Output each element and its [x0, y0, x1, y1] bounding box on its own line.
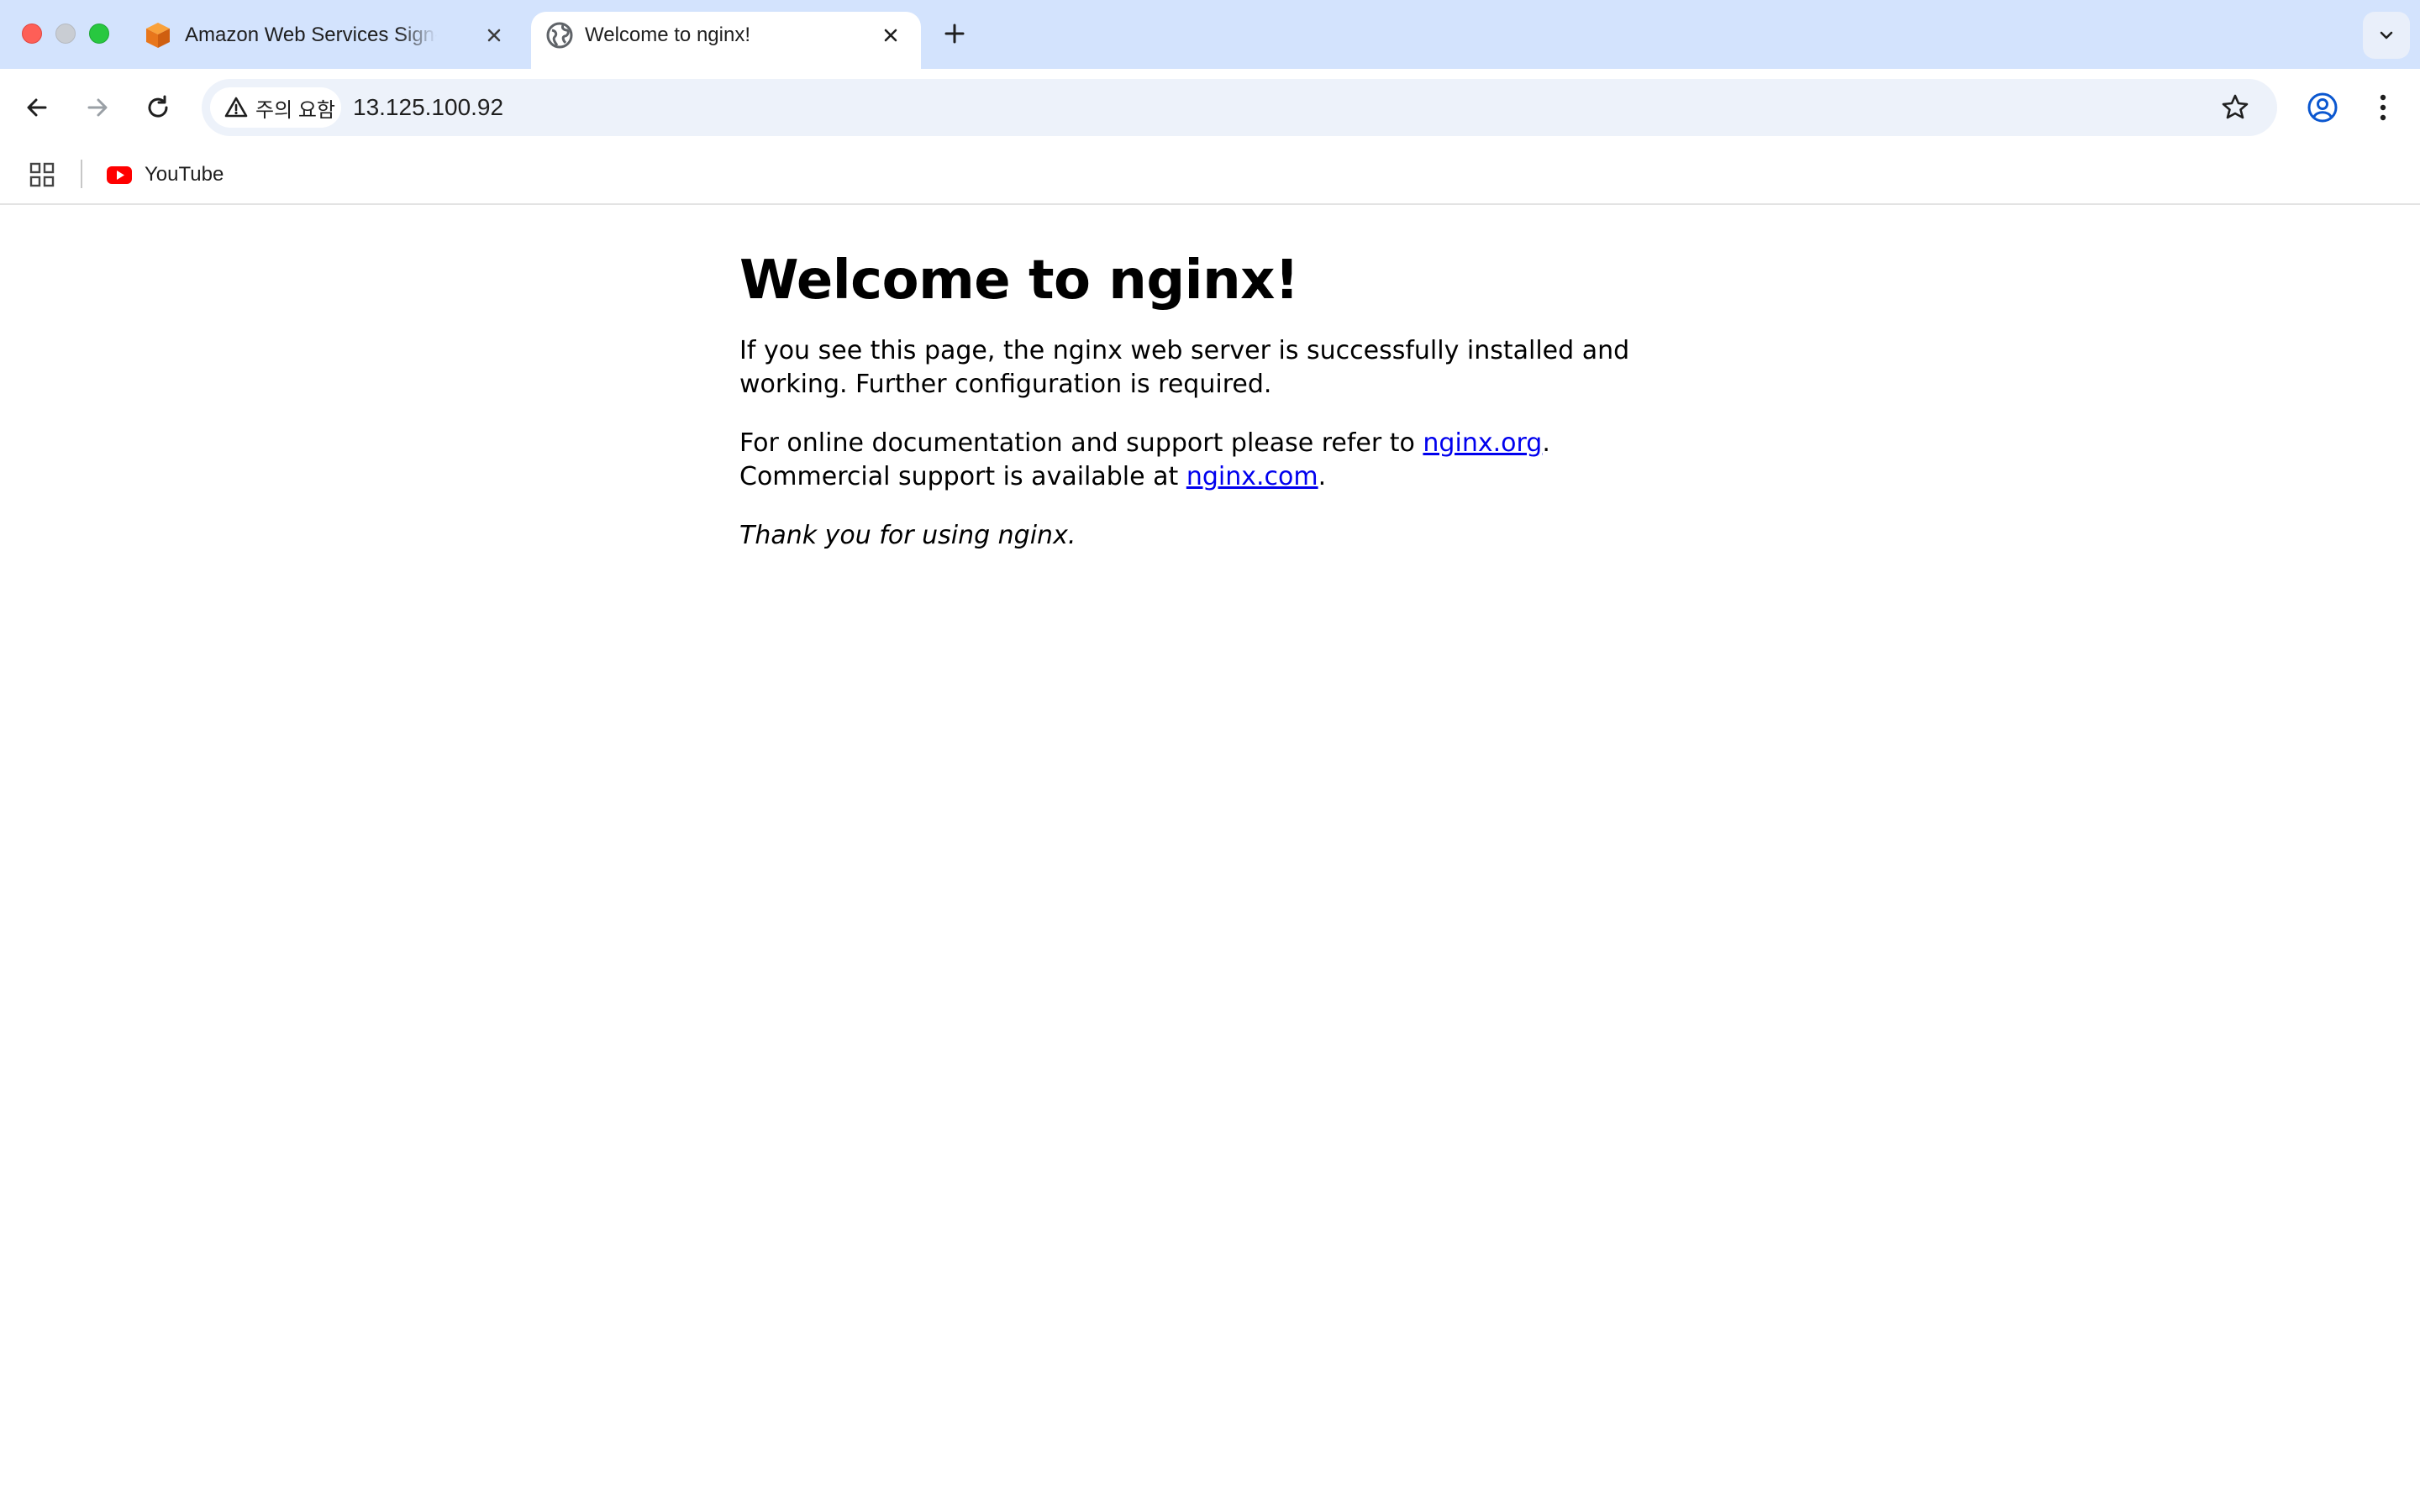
- youtube-icon: [107, 166, 132, 184]
- url-text[interactable]: 13.125.100.92: [353, 92, 503, 123]
- bookmark-youtube[interactable]: YouTube: [106, 156, 224, 193]
- more-menu-icon[interactable]: [2366, 89, 2400, 126]
- tab-aws-sign-in[interactable]: Amazon Web Services Sign-In: [134, 12, 523, 69]
- close-tab-icon[interactable]: [879, 24, 902, 47]
- bookmark-label: YouTube: [145, 163, 224, 186]
- maximize-window-button[interactable]: [89, 24, 109, 44]
- browser-toolbar: 주의 요함 13.125.100.92: [0, 69, 2420, 146]
- documentation-paragraph: For online documentation and support ple…: [739, 427, 1681, 494]
- intro-paragraph: If you see this page, the nginx web serv…: [739, 336, 1630, 399]
- security-warning-chip[interactable]: 주의 요함: [210, 87, 341, 128]
- doc-text: For online documentation and support ple…: [739, 428, 1423, 458]
- warning-triangle-icon: [224, 97, 248, 118]
- close-tab-icon[interactable]: [482, 24, 506, 47]
- commercial-period: .: [1318, 462, 1327, 491]
- commercial-text: Commercial support is available at: [739, 462, 1186, 491]
- new-tab-plus-icon[interactable]: [939, 18, 970, 49]
- reload-icon[interactable]: [141, 91, 175, 124]
- bookmark-star-icon[interactable]: [2218, 91, 2252, 124]
- tab-search-chevron-down-icon[interactable]: [2363, 12, 2410, 59]
- tab-title: Welcome to nginx!: [585, 24, 750, 46]
- bookmarks-bar: YouTube: [0, 146, 2420, 205]
- tab-strip: Amazon Web Services Sign-In Welcome to n…: [0, 0, 2420, 69]
- back-arrow-icon[interactable]: [20, 91, 54, 124]
- doc-period: .: [1542, 428, 1550, 458]
- address-bar[interactable]: 주의 요함 13.125.100.92: [202, 79, 2277, 136]
- nginx-com-link[interactable]: nginx.com: [1186, 462, 1318, 491]
- page-title: Welcome to nginx!: [739, 249, 1299, 312]
- nginx-org-link[interactable]: nginx.org: [1423, 428, 1542, 458]
- bookmarks-divider: [81, 160, 82, 188]
- globe-icon: [544, 20, 575, 50]
- apps-grid-icon[interactable]: [29, 161, 55, 188]
- page-content: Welcome to nginx! If you see this page, …: [739, 205, 1681, 553]
- aws-cube-icon: [143, 20, 173, 50]
- security-status-label: 주의 요함: [255, 98, 335, 122]
- thank-you-text: Thank you for using nginx.: [739, 521, 1076, 550]
- close-window-button[interactable]: [22, 24, 42, 44]
- profile-avatar-icon[interactable]: [2304, 89, 2341, 126]
- minimize-window-button[interactable]: [55, 24, 76, 44]
- tab-title: Amazon Web Services Sign-In: [185, 24, 437, 46]
- forward-arrow-icon[interactable]: [81, 91, 114, 124]
- tab-welcome-to-nginx[interactable]: Welcome to nginx!: [531, 12, 921, 69]
